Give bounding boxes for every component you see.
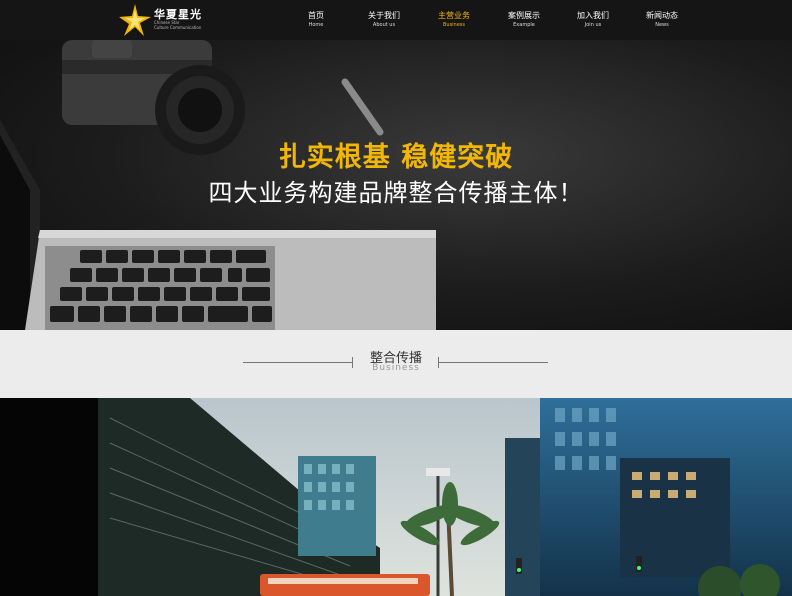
nav-item-about[interactable]: 关于我们 About us	[366, 10, 402, 32]
nav-label-cn: 案例展示	[508, 11, 540, 20]
nav-item-join[interactable]: 加入我们 Join us	[575, 10, 611, 32]
hero-banner: 扎实根基 稳健突破 四大业务构建品牌整合传播主体！	[0, 40, 792, 330]
section-header: 整合传播 Business	[0, 330, 792, 398]
nav-item-news[interactable]: 新闻动态 News	[644, 10, 680, 32]
business-city-image	[0, 398, 792, 596]
nav-label-en: Home	[308, 22, 324, 28]
nav-label-en: Example	[513, 22, 535, 28]
hero-title: 扎实根基 稳健突破	[278, 142, 514, 173]
brand-name-en: Chinese Star Culture Communication	[154, 20, 202, 30]
nav-item-home[interactable]: 首页 Home	[304, 10, 328, 32]
section-divider-tick-left	[352, 357, 353, 368]
nav-label-en: Join us	[584, 22, 602, 28]
city-skyline-image	[0, 398, 792, 596]
nav-label-cn: 新闻动态	[646, 11, 678, 20]
nav-item-business[interactable]: 主营业务 Business	[436, 10, 472, 32]
section-divider-right	[438, 362, 548, 363]
nav-label-en: Business	[442, 22, 466, 28]
nav-label-en: About us	[372, 22, 396, 28]
nav-label-cn: 首页	[308, 11, 324, 20]
nav-label-cn: 关于我们	[368, 11, 400, 20]
star-logo-icon	[119, 4, 151, 36]
top-navigation-bar: 华夏星光 Chinese Star Culture Communication …	[0, 0, 792, 40]
nav-label-en: News	[655, 22, 669, 28]
nav-item-example[interactable]: 案例展示 Example	[506, 10, 542, 32]
section-divider-left	[243, 362, 353, 363]
hero-subtitle: 四大业务构建品牌整合传播主体！	[208, 179, 584, 207]
section-subtitle: Business	[372, 363, 420, 373]
nav-label-cn: 主营业务	[438, 11, 470, 20]
brand-logo[interactable]: 华夏星光 Chinese Star Culture Communication	[118, 3, 201, 37]
nav-label-cn: 加入我们	[577, 11, 609, 20]
